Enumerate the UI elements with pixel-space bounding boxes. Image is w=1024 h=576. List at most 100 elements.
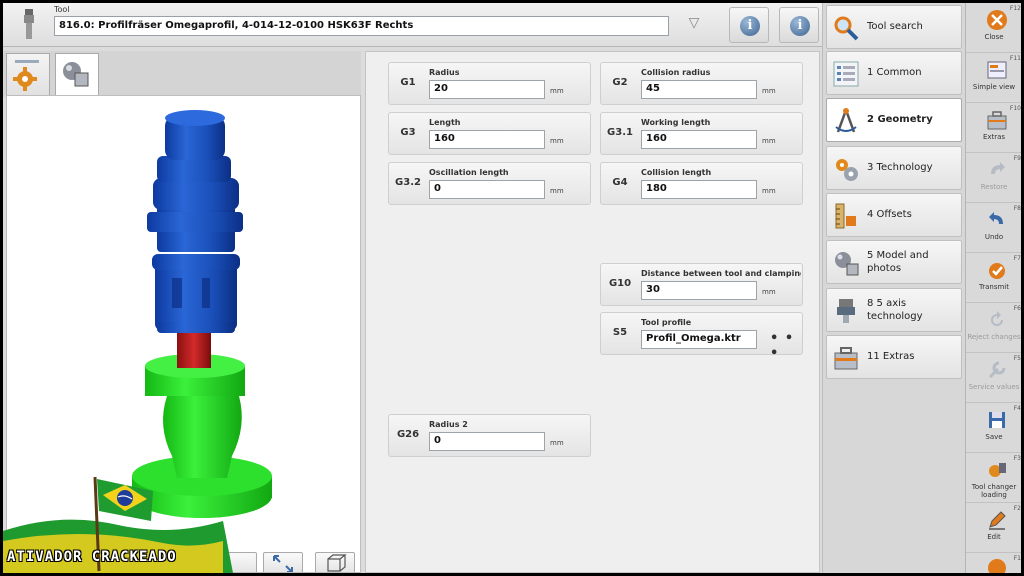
fkey-label: Edit — [987, 533, 1001, 541]
function-key-bar: F12 Close F11 Simple view F10 Extras F9 … — [965, 3, 1021, 573]
collision-radius-input[interactable]: 45 — [641, 80, 757, 99]
radius-2-input[interactable]: 0 — [429, 432, 545, 451]
clamping-distance-input[interactable]: 30 — [641, 281, 757, 300]
radius-input[interactable]: 20 — [429, 80, 545, 99]
info-button-2[interactable]: i — [779, 7, 819, 43]
wrench-icon — [988, 361, 1006, 379]
simple-view-button[interactable]: F11 Simple view — [966, 53, 1021, 103]
tool-profile-input[interactable]: Profil_Omega.ktr — [641, 330, 757, 349]
undo-icon — [989, 212, 1003, 224]
info-button[interactable]: i — [729, 7, 769, 43]
field-g3-2: G3.2 Oscillation length 0 mm — [388, 162, 591, 205]
field-label: Oscillation length — [429, 168, 509, 177]
field-unit: mm — [550, 137, 564, 145]
tool-search-button[interactable]: Tool search — [826, 5, 962, 49]
tool-select[interactable]: 816.0: Profilfräser Omegaprofil, 4-014-1… — [54, 16, 669, 36]
category-offsets[interactable]: 4 Offsets — [826, 193, 962, 237]
edit-button[interactable]: F2 Edit — [966, 503, 1021, 553]
collision-length-input[interactable]: 180 — [641, 180, 757, 199]
search-icon — [834, 16, 859, 41]
transmit-icon — [989, 263, 1005, 279]
field-g3-1: G3.1 Working length 160 mm — [600, 112, 803, 155]
help-button[interactable]: F1 — [966, 553, 1021, 573]
watermark-text: ATIVADOR CRACKEADO — [7, 549, 177, 565]
save-button[interactable]: F4 Save — [966, 403, 1021, 453]
category-model-photos[interactable]: 5 Model and photos — [826, 240, 962, 284]
working-length-input[interactable]: 160 — [641, 130, 757, 149]
field-unit: mm — [762, 288, 776, 296]
close-button[interactable]: F12 Close — [966, 3, 1021, 53]
field-g1: G1 Radius 20 mm — [388, 62, 591, 105]
help-icon — [988, 559, 1006, 573]
fkey-number: F2 — [1013, 505, 1021, 512]
category-technology[interactable]: 3 Technology — [826, 146, 962, 190]
field-code: G1 — [400, 77, 416, 88]
close-icon — [987, 10, 1007, 30]
tool-caption: Tool — [54, 5, 70, 14]
fkey-number: F7 — [1013, 255, 1021, 262]
save-icon — [989, 412, 1005, 428]
field-g4: G4 Collision length 180 mm — [600, 162, 803, 205]
field-code: G26 — [396, 429, 420, 440]
browse-profile-button[interactable]: • • • — [770, 331, 802, 361]
fkey-number: F8 — [1013, 205, 1021, 212]
service-values-button[interactable]: F5 Service values — [966, 353, 1021, 403]
field-label: Tool profile — [641, 318, 692, 327]
fkey-number: F4 — [1013, 405, 1021, 412]
view-fit-button[interactable] — [263, 552, 303, 572]
chevron-down-icon[interactable]: ▽ — [683, 15, 705, 35]
field-code: G3 — [400, 127, 416, 138]
model-icon — [835, 252, 859, 276]
fkey-number: F5 — [1013, 355, 1021, 362]
category-label: Tool search — [867, 21, 923, 32]
length-input[interactable]: 160 — [429, 130, 545, 149]
category-label: 5 Model and photos — [867, 250, 929, 274]
oscillation-length-input[interactable]: 0 — [429, 180, 545, 199]
reject-changes-button[interactable]: F6 Reject changes — [966, 303, 1021, 353]
geometry-form: G1 Radius 20 mm G2 Collision radius 45 m… — [365, 51, 820, 573]
info-icon: i — [740, 16, 760, 36]
redo-icon — [991, 162, 1005, 174]
fkey-number: F11 — [1009, 55, 1021, 62]
category-common[interactable]: 1 Common — [826, 51, 962, 95]
field-code: G10 — [608, 278, 632, 289]
field-label: Length — [429, 118, 461, 127]
tab-3d-view[interactable] — [55, 53, 99, 99]
field-label: Radius — [429, 68, 460, 77]
field-g3: G3 Length 160 mm — [388, 112, 591, 155]
field-label: Distance between tool and clamping eq... — [641, 269, 801, 278]
undo-button[interactable]: F8 Undo — [966, 203, 1021, 253]
category-geometry[interactable]: 2 Geometry — [826, 98, 962, 142]
axis-head-icon — [837, 299, 855, 323]
fkey-label: Service values — [968, 383, 1020, 391]
fkey-label: Undo — [984, 233, 1004, 241]
fkey-number: F1 — [1013, 555, 1021, 562]
fkey-label: Extras — [982, 133, 1006, 141]
view-cube-button[interactable] — [315, 552, 355, 572]
shapes-icon — [63, 62, 89, 87]
fkey-label: Transmit — [978, 283, 1009, 291]
fkey-number: F10 — [1009, 105, 1021, 112]
field-label: Collision length — [641, 168, 712, 177]
category-extras[interactable]: 11 Extras — [826, 335, 962, 379]
extras-button[interactable]: F10 Extras — [966, 103, 1021, 153]
transmit-button[interactable]: F7 Transmit — [966, 253, 1021, 303]
expand-icon — [273, 555, 293, 572]
fkey-label: Simple view — [972, 83, 1016, 91]
viewer-tabs — [3, 51, 361, 99]
tool-changer-icon — [989, 463, 1006, 477]
field-unit: mm — [550, 187, 564, 195]
fkey-label: Reject changes — [967, 333, 1021, 341]
category-5-axis[interactable]: 8 5 axis technology — [826, 288, 962, 332]
category-label: 4 Offsets — [867, 209, 912, 220]
tab-settings-view[interactable] — [6, 53, 50, 97]
field-label: Working length — [641, 118, 711, 127]
gears-icon — [836, 159, 858, 181]
field-s5: S5 Tool profile Profil_Omega.ktr • • • — [600, 312, 803, 361]
tool-changer-loading-button[interactable]: F3 Tool changer loading — [966, 453, 1021, 503]
field-code: G3.1 — [607, 127, 633, 138]
fkey-label: Close — [984, 33, 1004, 41]
toolbox-icon — [834, 347, 858, 370]
info-icon: i — [790, 16, 810, 36]
restore-button[interactable]: F9 Restore — [966, 153, 1021, 203]
